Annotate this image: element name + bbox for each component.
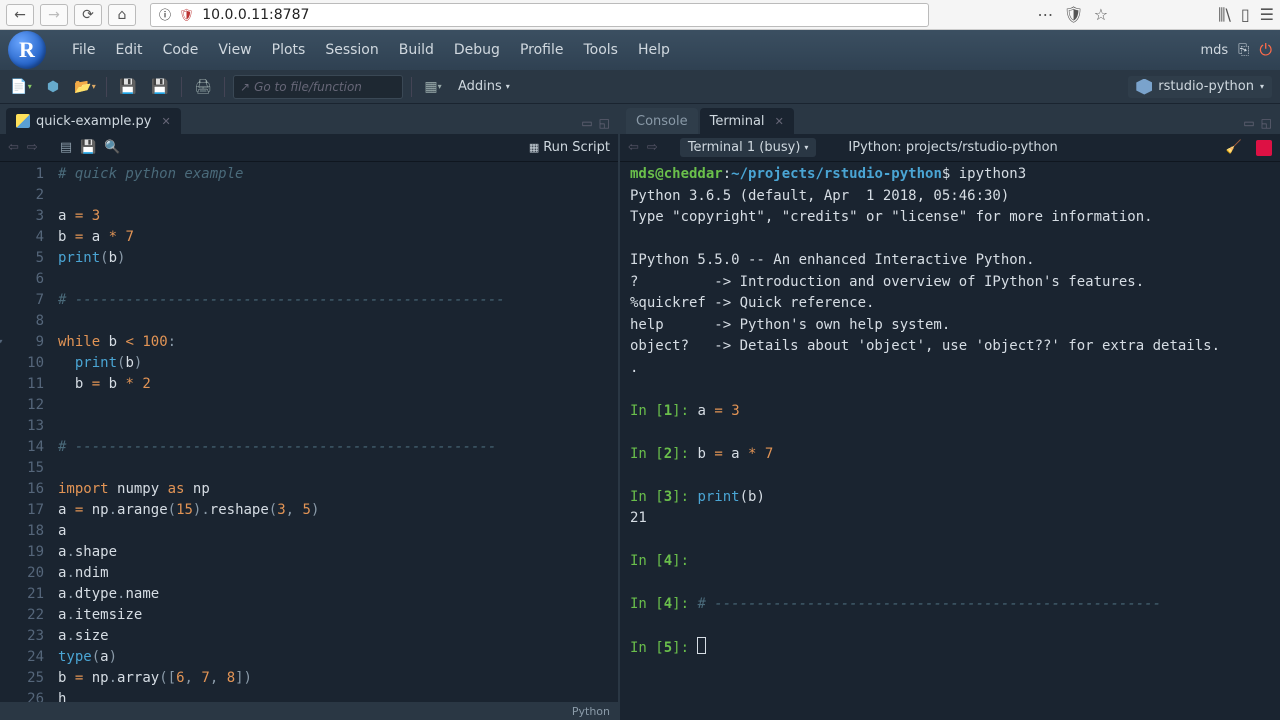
find-icon[interactable]: 🔍 (104, 140, 120, 155)
open-file-button[interactable]: 📂▾ (72, 75, 98, 99)
tab-terminal[interactable]: Terminal✕ (700, 108, 794, 134)
source-tabstrip: quick-example.py ✕ ▭ ◱ (0, 104, 618, 134)
python-file-icon (16, 114, 30, 128)
sidebar-icon[interactable]: ▯ (1241, 5, 1250, 24)
user-label: mds (1200, 43, 1228, 58)
menubar: R FileEditCodeViewPlotsSessionBuildDebug… (0, 30, 1280, 70)
terminal-selector[interactable]: Terminal 1 (busy) ▾ (680, 138, 817, 157)
run-icon: ▦ (529, 141, 539, 154)
goto-file-input[interactable]: ↗Go to file/function (233, 75, 403, 99)
main-toolbar: 📄▾ ⬢ 📂▾ 💾 💾 🖨 ↗Go to file/function ▦▾ Ad… (0, 70, 1280, 104)
source-tab[interactable]: quick-example.py ✕ (6, 108, 181, 134)
rstudio-logo: R (8, 31, 46, 69)
menu-debug[interactable]: Debug (444, 36, 510, 64)
hex-icon (1136, 79, 1152, 95)
menu-plots[interactable]: Plots (262, 36, 316, 64)
browser-toolbar: ← → ⟳ ⌂ ⓘ 🛡 10.0.0.11:8787 ⋯ 🛡 ☆ ⫼\ ▯ ☰ (0, 0, 1280, 30)
info-icon: ⓘ (159, 6, 171, 23)
console-tabstrip: Console Terminal✕ ▭ ◱ (620, 104, 1280, 134)
grid-button[interactable]: ▦▾ (420, 75, 446, 99)
browser-home-button[interactable]: ⌂ (108, 4, 136, 26)
editor-status: Python (0, 702, 618, 720)
source-pane: quick-example.py ✕ ▭ ◱ ⇦ ⇨ ▤ 💾 🔍 ▦ Run S… (0, 104, 620, 720)
menu-view[interactable]: View (208, 36, 261, 64)
run-script-button[interactable]: ▦ Run Script (529, 140, 610, 155)
terminal-toolbar: ⇦ ⇨ Terminal 1 (busy) ▾ IPython: project… (620, 134, 1280, 162)
close-terminal-icon[interactable]: ✕ (775, 115, 784, 128)
close-tab-icon[interactable]: ✕ (162, 115, 171, 128)
show-in-new-window-icon[interactable]: ▤ (60, 140, 72, 155)
menu-help[interactable]: Help (628, 36, 680, 64)
url-bar[interactable]: ⓘ 🛡 10.0.0.11:8787 (150, 3, 929, 27)
minimize-pane-icon[interactable]: ▭ (1243, 116, 1254, 130)
insecure-icon: 🛡 (179, 8, 194, 22)
code-editor[interactable]: 1234567891011121314151617181920212223242… (0, 162, 618, 702)
tab-console[interactable]: Console (626, 108, 698, 134)
term-back-icon[interactable]: ⇦ (628, 140, 639, 155)
more-icon[interactable]: ⋯ (1037, 5, 1053, 24)
menu-session[interactable]: Session (315, 36, 388, 64)
url-text: 10.0.0.11:8787 (202, 7, 309, 23)
menu-build[interactable]: Build (389, 36, 444, 64)
browser-reload-button[interactable]: ⟳ (74, 4, 102, 26)
terminal-title: IPython: projects/rstudio-python (848, 140, 1057, 155)
source-toolbar: ⇦ ⇨ ▤ 💾 🔍 ▦ Run Script (0, 134, 618, 162)
save-source-icon[interactable]: 💾 (80, 140, 96, 155)
save-all-button[interactable]: 💾 (147, 75, 173, 99)
terminal[interactable]: mds@cheddar:~/projects/rstudio-python$ i… (620, 162, 1280, 720)
term-forward-icon[interactable]: ⇨ (647, 140, 658, 155)
maximize-pane-icon[interactable]: ◱ (599, 116, 610, 130)
menu-profile[interactable]: Profile (510, 36, 574, 64)
maximize-pane-icon[interactable]: ◱ (1261, 116, 1272, 130)
power-icon[interactable]: ⏻ (1259, 40, 1272, 60)
project-selector[interactable]: rstudio-python ▾ (1128, 76, 1272, 98)
source-tab-label: quick-example.py (36, 114, 152, 129)
hamburger-icon[interactable]: ☰ (1260, 5, 1274, 24)
new-file-button[interactable]: 📄▾ (8, 75, 34, 99)
clear-icon[interactable]: 🧹 (1226, 140, 1242, 155)
menu-file[interactable]: File (62, 36, 105, 64)
bookmark-icon[interactable]: ☆ (1094, 5, 1108, 24)
save-button[interactable]: 💾 (115, 75, 141, 99)
addins-button[interactable]: Addins ▾ (452, 79, 516, 94)
new-project-button[interactable]: ⬢ (40, 75, 66, 99)
browser-back-button[interactable]: ← (6, 4, 34, 26)
print-button[interactable]: 🖨 (190, 75, 216, 99)
minimize-pane-icon[interactable]: ▭ (581, 116, 592, 130)
stop-icon[interactable] (1256, 140, 1272, 156)
browser-forward-button[interactable]: → (40, 4, 68, 26)
menu-edit[interactable]: Edit (105, 36, 152, 64)
forward-icon[interactable]: ⇨ (27, 140, 38, 155)
user-icon[interactable]: ⎘ (1238, 42, 1249, 58)
library-icon[interactable]: ⫼\ (1218, 5, 1231, 25)
menu-tools[interactable]: Tools (573, 36, 628, 64)
shield-icon[interactable]: 🛡 (1063, 5, 1083, 24)
menu-code[interactable]: Code (153, 36, 209, 64)
console-pane: Console Terminal✕ ▭ ◱ ⇦ ⇨ Terminal 1 (bu… (620, 104, 1280, 720)
back-icon[interactable]: ⇦ (8, 140, 19, 155)
